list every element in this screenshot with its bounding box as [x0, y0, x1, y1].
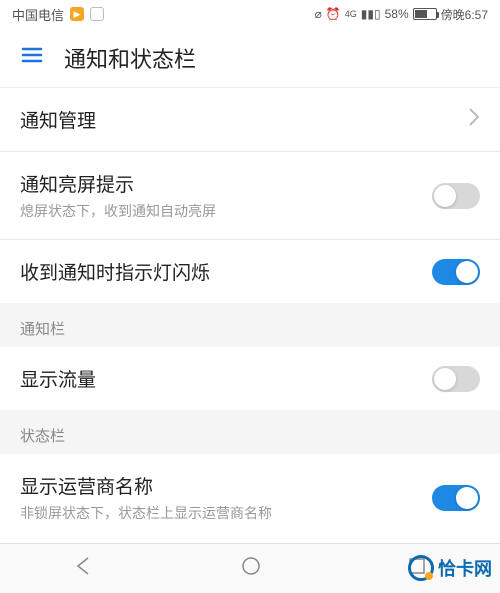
- battery-icon: [413, 8, 437, 20]
- chevron-right-icon: [468, 107, 480, 132]
- section-header-status-bar: 状态栏: [0, 410, 500, 454]
- row-title: 显示运营商名称: [20, 472, 272, 499]
- status-left: 中国电信 ▶: [12, 5, 104, 24]
- network-type-label: 4G: [345, 9, 357, 19]
- row-title: 通知管理: [20, 106, 96, 133]
- row-title: 通知亮屏提示: [20, 170, 216, 197]
- row-screen-on-notify: 通知亮屏提示 熄屏状态下，收到通知自动亮屏: [0, 152, 500, 240]
- row-subtitle: 非锁屏状态下，状态栏上显示运营商名称: [20, 503, 272, 523]
- nav-back-button[interactable]: [73, 555, 95, 582]
- toggle-show-traffic[interactable]: [432, 366, 480, 392]
- row-notification-management[interactable]: 通知管理: [0, 88, 500, 152]
- row-show-carrier: 显示运营商名称 非锁屏状态下，状态栏上显示运营商名称: [0, 454, 500, 541]
- nfc-icon: ⌀: [315, 7, 322, 21]
- carrier-label: 中国电信: [12, 5, 64, 24]
- watermark-logo-icon: [408, 555, 434, 581]
- signal-icon: ▮▮▯: [361, 7, 381, 21]
- nav-home-button[interactable]: [241, 556, 261, 581]
- status-right: ⌀ ⏰ 4G ▮▮▯ 58% 傍晚6:57: [315, 6, 488, 23]
- watermark: 恰卡网: [408, 555, 492, 581]
- row-led-blink: 收到通知时指示灯闪烁: [0, 240, 500, 303]
- row-title: 显示流量: [20, 365, 96, 392]
- watermark-text: 恰卡网: [438, 555, 492, 581]
- row-subtitle: 熄屏状态下，收到通知自动亮屏: [20, 201, 216, 221]
- app-badge-icon: ▶: [70, 7, 84, 21]
- toggle-screen-on[interactable]: [432, 183, 480, 209]
- section-header-notif-bar: 通知栏: [0, 303, 500, 347]
- battery-pct-label: 58%: [385, 7, 409, 21]
- toggle-show-carrier[interactable]: [432, 485, 480, 511]
- row-title: 收到通知时指示灯闪烁: [20, 258, 210, 285]
- toggle-led-blink[interactable]: [432, 259, 480, 285]
- clock-label: 傍晚6:57: [441, 6, 488, 23]
- notif-dot-icon: [90, 7, 104, 21]
- status-bar: 中国电信 ▶ ⌀ ⏰ 4G ▮▮▯ 58% 傍晚6:57: [0, 0, 500, 28]
- row-show-traffic: 显示流量: [0, 347, 500, 410]
- alarm-icon: ⏰: [326, 7, 341, 21]
- menu-icon[interactable]: [20, 43, 44, 72]
- page-header: 通知和状态栏: [0, 28, 500, 88]
- page-title: 通知和状态栏: [64, 42, 196, 74]
